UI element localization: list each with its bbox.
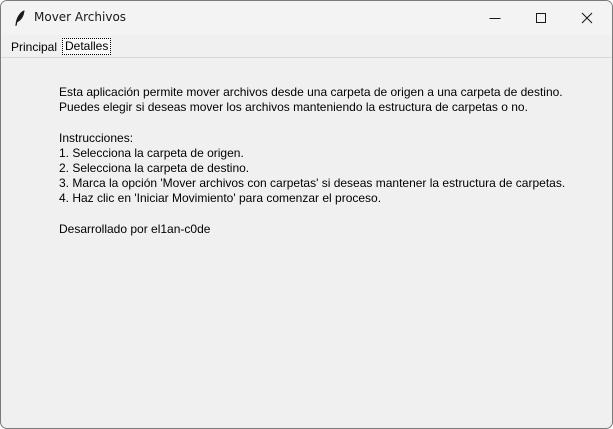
- description-line: Esta aplicación permite mover archivos d…: [59, 85, 563, 99]
- instruction-item: 2. Selecciona la carpeta de destino.: [59, 160, 250, 175]
- window-title: Mover Archivos: [34, 10, 127, 24]
- title-bar[interactable]: Mover Archivos: [1, 1, 612, 35]
- maximize-icon: [536, 13, 546, 23]
- minimize-button[interactable]: [472, 1, 518, 35]
- instruction-item: 1. Selecciona la carpeta de origen.: [59, 145, 244, 160]
- details-panel: Esta aplicación permite mover archivos d…: [59, 85, 565, 237]
- maximize-button[interactable]: [518, 1, 564, 35]
- instruction-item: 4. Haz clic en 'Iniciar Movimiento' para…: [59, 191, 382, 206]
- description-line: Puedes elegir si deseas mover los archiv…: [59, 100, 528, 115]
- instruction-item: 3. Marca la opción 'Mover archivos con c…: [59, 176, 566, 191]
- tab-principal[interactable]: Principal: [9, 40, 59, 55]
- tab-detalles[interactable]: Detalles: [62, 38, 112, 55]
- feather-icon: [12, 9, 28, 27]
- author-credit: Desarrollado por el1an-c0de: [59, 221, 211, 236]
- instructions-heading: Instrucciones:: [59, 130, 134, 145]
- close-button[interactable]: [564, 1, 610, 35]
- minimize-icon: [489, 18, 501, 19]
- close-icon: [581, 12, 593, 24]
- notebook-tabs: Principal Detalles: [1, 35, 612, 58]
- app-window: Mover Archivos Principal Detalles Esta a…: [0, 0, 613, 429]
